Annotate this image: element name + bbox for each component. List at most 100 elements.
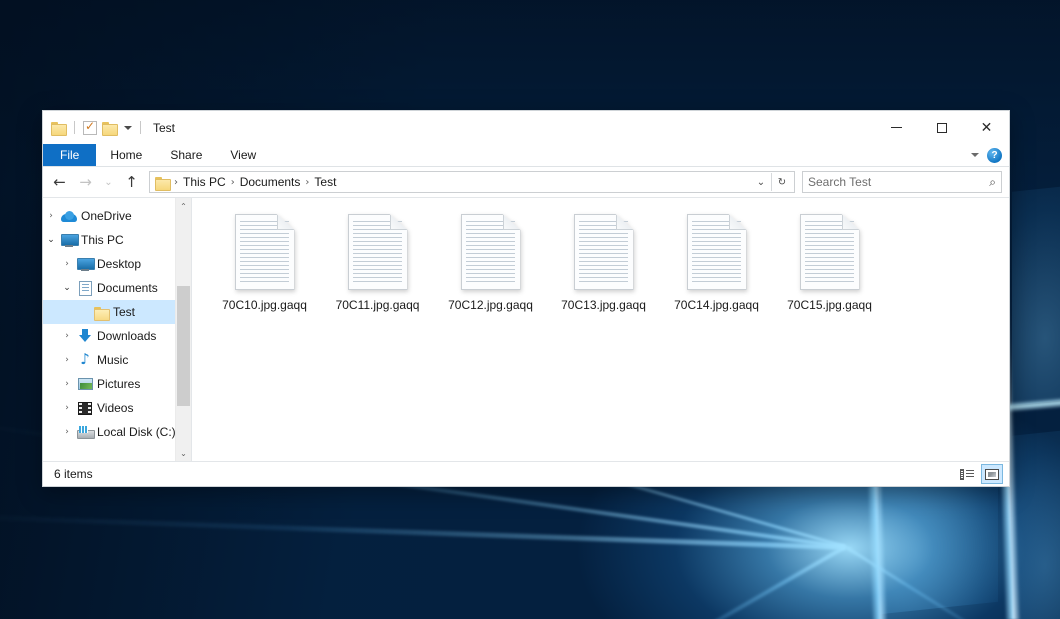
chevron-down-icon[interactable]: ⌄ <box>751 172 771 192</box>
chevron-right-icon[interactable]: › <box>59 379 75 389</box>
chevron-down-icon[interactable] <box>124 126 132 130</box>
file-icon-lines <box>466 221 515 282</box>
close-button[interactable]: ✕ <box>964 111 1009 144</box>
pictures-icon-shape <box>78 378 93 390</box>
scroll-up-icon[interactable]: ⌃ <box>176 198 191 214</box>
sidebar-item-pictures[interactable]: › Pictures <box>43 372 191 396</box>
file-list-view[interactable]: 70C10.jpg.gaqq 70C11.jpg.gaqq70C12.jpg.ga… <box>192 198 1009 461</box>
file-name-label: 70C13.jpg.gaqq <box>561 298 646 312</box>
file-item[interactable]: 70C11.jpg.gaqq <box>321 212 434 312</box>
local-disk-icon-shape <box>77 426 93 439</box>
view-mode-buttons <box>956 464 1003 484</box>
refresh-icon[interactable]: ↻ <box>772 172 792 192</box>
maximize-button[interactable] <box>919 111 964 144</box>
folder-icon[interactable] <box>51 121 66 134</box>
sidebar-item-label: Test <box>111 305 135 319</box>
sidebar-item-this-pc[interactable]: ⌄This PC <box>43 228 191 252</box>
chevron-right-icon[interactable]: › <box>59 331 75 341</box>
chevron-down-icon[interactable] <box>971 153 979 157</box>
file-name-label: 70C15.jpg.gaqq <box>787 298 872 312</box>
breadcrumb-documents[interactable]: Documents <box>236 172 305 192</box>
this-pc-monitor-icon <box>59 234 79 247</box>
tab-view[interactable]: View <box>216 144 270 166</box>
chevron-right-icon[interactable]: › <box>43 211 59 221</box>
sidebar-item-label: OneDrive <box>79 209 132 223</box>
generic-text-file-icon <box>461 214 521 290</box>
sidebar-item-test[interactable]: Test <box>43 300 191 324</box>
forward-arrow-icon[interactable]: → <box>73 170 98 194</box>
up-arrow-icon[interactable]: ↑ <box>119 170 144 194</box>
generic-text-file-icon <box>235 214 295 290</box>
tab-file[interactable]: File <box>43 144 96 166</box>
search-input[interactable]: Search Test ⌕ <box>802 171 1002 193</box>
chevron-down-icon[interactable]: ⌄ <box>43 235 59 245</box>
sidebar-item-onedrive[interactable]: › OneDrive <box>43 204 191 228</box>
recent-locations-chevron-icon[interactable]: ⌄ <box>99 170 118 194</box>
onedrive-cloud-icon <box>59 211 79 222</box>
generic-text-file-icon <box>800 214 860 290</box>
scroll-down-icon[interactable]: ⌄ <box>176 445 191 461</box>
chevron-right-icon[interactable]: › <box>59 259 75 269</box>
minimize-button[interactable] <box>874 111 919 144</box>
help-question-icon[interactable]: ? <box>987 148 1002 163</box>
file-name-label: 70C14.jpg.gaqq <box>674 298 759 312</box>
close-icon: ✕ <box>981 121 993 135</box>
sidebar-item-label: Music <box>95 353 128 367</box>
properties-checkmark-icon[interactable] <box>83 121 97 135</box>
downloads-icon-shape <box>78 329 92 343</box>
tab-home[interactable]: Home <box>96 144 156 166</box>
sidebar-item-music[interactable]: ›♪Music <box>43 348 191 372</box>
music-note-icon-shape: ♪ <box>78 353 92 367</box>
breadcrumb-this-pc[interactable]: This PC <box>179 172 230 192</box>
sidebar-item-downloads[interactable]: ›Downloads <box>43 324 191 348</box>
file-item[interactable]: 70C13.jpg.gaqq <box>547 212 660 312</box>
sidebar-item-desktop[interactable]: › Desktop <box>43 252 191 276</box>
chevron-right-icon[interactable]: › <box>59 355 75 365</box>
file-explorer-window: Test ✕ File Home Share View ? ← → ⌄ ↑ <box>42 110 1010 487</box>
downloads-icon <box>75 329 95 343</box>
videos-icon <box>75 402 95 415</box>
sidebar-item-documents[interactable]: ⌄Documents <box>43 276 191 300</box>
folder-icon <box>155 176 170 189</box>
details-view-button[interactable] <box>956 464 978 484</box>
ribbon-tab-bar: File Home Share View ? <box>43 144 1009 167</box>
file-item[interactable]: 70C10.jpg.gaqq <box>208 212 321 312</box>
documents-icon-shape <box>79 281 92 296</box>
generic-text-file-icon <box>687 214 747 290</box>
navigation-pane: › OneDrive ⌄This PC › Desktop ⌄Documents Test ›… <box>43 198 191 461</box>
address-bar: ← → ⌄ ↑ › This PC › Documents › Test ⌄ ↻… <box>43 167 1009 197</box>
navigation-scrollbar[interactable]: ⌃ ⌄ <box>175 198 191 461</box>
file-item[interactable]: 70C12.jpg.gaqq <box>434 212 547 312</box>
back-arrow-icon[interactable]: ← <box>47 170 72 194</box>
quick-access-toolbar[interactable] <box>51 121 144 135</box>
folder-icon <box>91 306 111 319</box>
sidebar-item-label: Desktop <box>95 257 141 271</box>
chevron-right-icon[interactable]: › <box>59 427 75 437</box>
sidebar-item-local-disk-c[interactable]: ›Local Disk (C:) <box>43 420 191 444</box>
generic-text-file-icon <box>574 214 634 290</box>
file-item[interactable]: 70C15.jpg.gaqq <box>773 212 886 312</box>
address-bar-right: ⌄ ↻ <box>751 172 792 192</box>
large-icons-view-button[interactable] <box>981 464 1003 484</box>
window-controls: ✕ <box>874 111 1009 144</box>
new-folder-icon[interactable] <box>102 121 117 134</box>
toolbar-separator <box>74 121 75 134</box>
videos-icon-shape <box>78 402 92 415</box>
tab-share[interactable]: Share <box>156 144 216 166</box>
chevron-down-icon[interactable]: ⌄ <box>59 283 75 293</box>
chevron-right-icon[interactable]: › <box>59 403 75 413</box>
desktop-background: Test ✕ File Home Share View ? ← → ⌄ ↑ <box>0 0 1060 619</box>
breadcrumb[interactable]: › This PC › Documents › Test ⌄ ↻ <box>149 171 795 193</box>
scrollbar-thumb[interactable] <box>177 286 190 406</box>
file-item[interactable]: 70C14.jpg.gaqq <box>660 212 773 312</box>
file-name-label: 70C10.jpg.gaqq <box>222 298 307 312</box>
search-placeholder: Search Test <box>808 175 989 189</box>
desktop-icon-shape <box>77 258 93 271</box>
navigation-tree: › OneDrive ⌄This PC › Desktop ⌄Documents Test ›… <box>43 204 191 444</box>
pictures-icon <box>75 378 95 390</box>
sidebar-item-label: Pictures <box>95 377 140 391</box>
sidebar-item-videos[interactable]: ›Videos <box>43 396 191 420</box>
search-magnifier-icon[interactable]: ⌕ <box>989 175 996 190</box>
breadcrumb-test[interactable]: Test <box>310 172 340 192</box>
this-pc-monitor-icon-shape <box>61 234 77 247</box>
